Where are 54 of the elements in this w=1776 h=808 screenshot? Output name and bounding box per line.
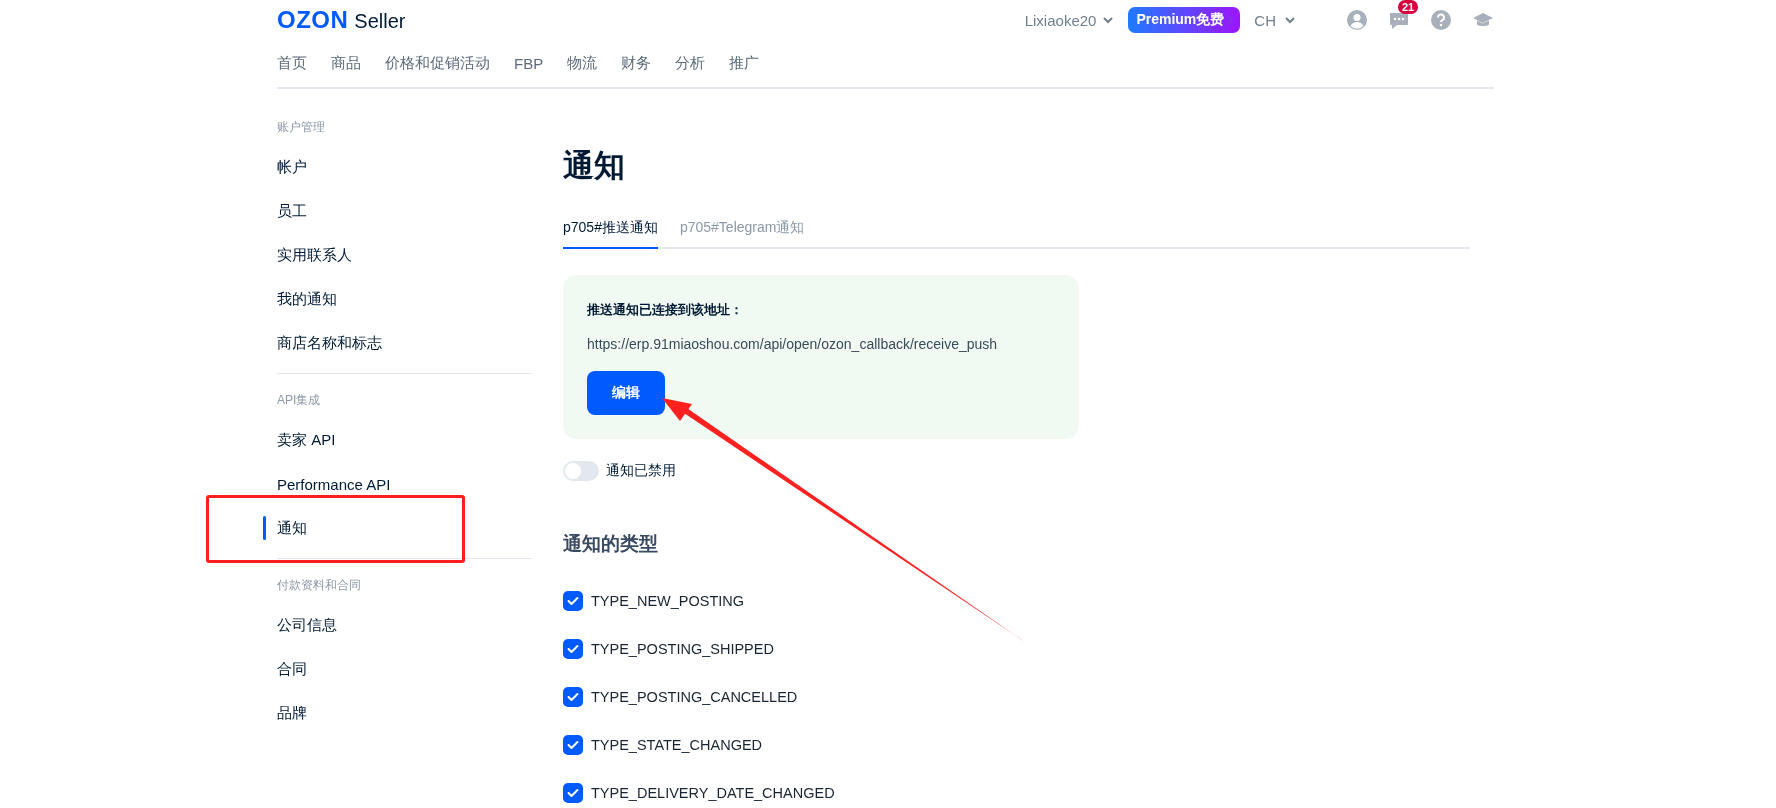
chevron-down-icon [1102, 16, 1115, 24]
checkbox[interactable] [563, 639, 583, 659]
message-count-badge: 21 [1398, 0, 1419, 14]
nav-link[interactable]: 首页 [277, 54, 307, 73]
webhook-url: https://erp.91miaoshou.com/api/open/ozon_callback/receive_push [587, 336, 999, 352]
checkbox[interactable] [563, 687, 583, 707]
sidebar-item[interactable]: 商店名称和标志 [263, 321, 532, 365]
checkmark-icon [567, 740, 579, 750]
sidebar-item[interactable]: 公司信息 [263, 603, 532, 647]
sidebar-item[interactable]: 实用联系人 [263, 233, 532, 277]
sidebar-item[interactable]: 员工 [263, 189, 532, 233]
toggle-label: 通知已禁用 [606, 462, 676, 480]
sidebar-section-title: 付款资料和合同 [276, 577, 362, 594]
account-name[interactable]: Lixiaoke20 [1024, 11, 1097, 29]
sidebar-item[interactable]: 我的通知 [263, 277, 532, 321]
checkbox-label: TYPE_DELIVERY_DATE_CHANGED [591, 785, 835, 801]
nav-link[interactable]: 财务 [621, 54, 652, 73]
premium-button[interactable]: Premium免费 [1128, 7, 1241, 33]
checkmark-icon [567, 596, 579, 606]
logo-subtitle: Seller [354, 10, 406, 33]
toggle-switch[interactable] [563, 461, 599, 481]
checkbox[interactable] [563, 591, 583, 611]
sidebar-section-title: API集成 [276, 392, 322, 409]
checkbox-label: TYPE_POSTING_SHIPPED [591, 641, 774, 657]
chevron-down-icon [1284, 16, 1296, 24]
checkmark-icon [567, 788, 579, 798]
edit-button[interactable]: 编辑 [587, 371, 665, 415]
nav-link[interactable]: 分析 [675, 54, 706, 73]
sidebar-item[interactable]: 卖家 API [263, 418, 532, 462]
checkbox-label: TYPE_POSTING_CANCELLED [591, 689, 798, 705]
sidebar-item[interactable]: 帐户 [263, 145, 532, 189]
page-title: 通知 [563, 147, 626, 185]
nav-link[interactable]: 物流 [567, 54, 598, 73]
checkbox[interactable] [563, 783, 583, 803]
checkmark-icon [567, 644, 579, 654]
nav-link[interactable]: FBP [514, 55, 544, 72]
checkmark-icon [567, 692, 579, 702]
nav-link[interactable]: 价格和促销活动 [385, 54, 490, 73]
nav-link[interactable]: 推广 [729, 54, 760, 73]
nav-link[interactable]: 商品 [331, 54, 361, 73]
card-title: 推送通知已连接到该地址： [587, 301, 744, 319]
ozon-logo[interactable]: OZON [277, 6, 349, 34]
chevron-right-icon [1227, 15, 1235, 25]
tab[interactable]: p705#推送通知 [563, 213, 658, 249]
checkbox-label: TYPE_NEW_POSTING [591, 593, 745, 609]
sidebar-item[interactable]: 合同 [263, 647, 532, 691]
sidebar-item[interactable]: 通知 [263, 506, 532, 550]
checkbox-label: TYPE_STATE_CHANGED [591, 737, 763, 753]
checkbox[interactable] [563, 735, 583, 755]
sidebar-item[interactable]: 品牌 [263, 691, 532, 735]
section-heading: 通知的类型 [563, 532, 659, 556]
language-selector[interactable]: CH [1254, 11, 1276, 29]
sidebar-item[interactable]: Performance API [263, 462, 532, 506]
sidebar-section-title: 账户管理 [276, 119, 326, 136]
